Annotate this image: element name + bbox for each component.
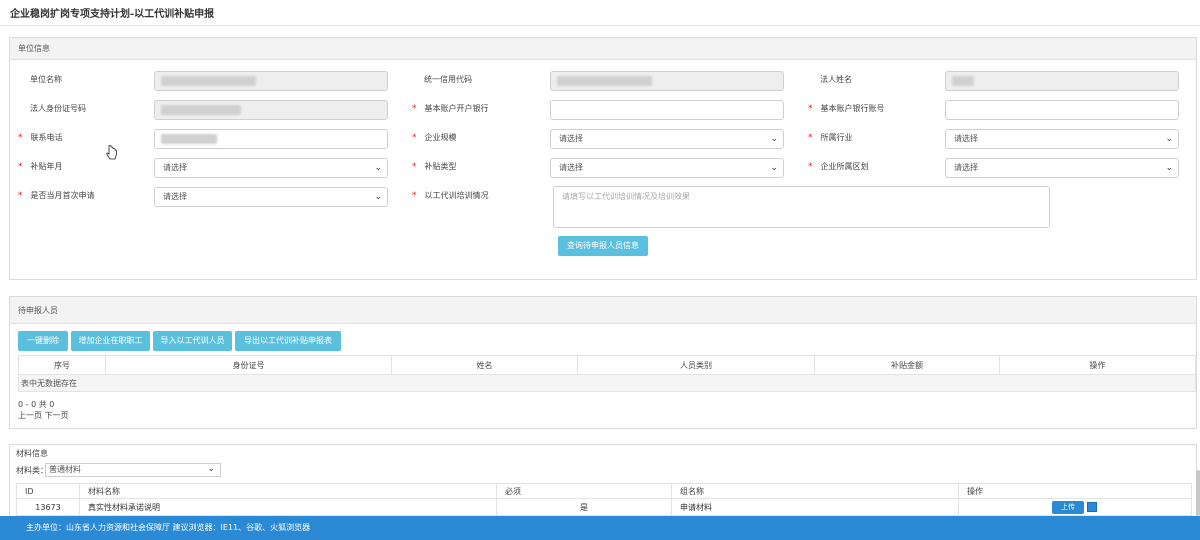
district-select[interactable]: 请选择 ⌄ [945,158,1179,178]
pager[interactable]: 上一页 下一页 [18,410,69,421]
legal-name-field [945,71,1179,91]
materials-panel: 材料信息 材料类： 普通材料 ⌄ ID 材料名称 必须 组名称 操作 13673 … [9,444,1197,516]
column-header: 姓名 [391,355,578,375]
bank-input[interactable] [550,100,784,120]
phone-label: * 联系电话 [18,133,63,143]
empty-message: 表中无数据存在 [18,374,1196,392]
bank-label: * 基本账户开户银行 [412,104,489,114]
account-label: * 基本账户银行账号 [808,104,885,114]
column-header: 材料名称 [79,483,497,499]
table-header-row: ID 材料名称 必须 组名称 操作 [16,483,1192,499]
chevron-down-icon: ⌄ [770,163,778,173]
industry-label: * 所属行业 [808,133,853,143]
footer: 主办单位：山东省人力资源和社会保障厅 建议浏览器：IE11、谷歌、火狐浏览器 [0,516,1200,540]
chevron-down-icon: ⌄ [207,464,215,474]
first-apply-label: * 是否当月首次申请 [18,191,95,201]
hand-cursor-icon [106,145,117,160]
column-header: 操作 [958,483,1192,499]
subsidy-type-label: * 补贴类型 [412,162,457,172]
record-count: 0 - 0 共 0 [18,400,55,409]
table-row: 表中无数据存在 [18,374,1196,392]
required-mark: * [808,162,813,172]
delete-all-button[interactable]: 一键删除 [18,331,68,351]
add-employee-button[interactable]: 增加企业在职职工 [71,331,150,351]
required-mark: * [18,133,23,143]
subsidy-type-select[interactable]: 请选择 ⌄ [550,158,784,178]
scale-select[interactable]: 请选择 ⌄ [550,129,784,149]
scrollbar[interactable] [1196,470,1200,516]
unit-name-label: 单位名称 [30,75,62,84]
required-mark: * [412,191,417,201]
materials-filter-label: 材料类： [16,466,48,475]
chevron-down-icon: ⌄ [1165,134,1173,144]
industry-select[interactable]: 请选择 ⌄ [945,129,1179,149]
required-mark: * [412,104,417,114]
column-header: 身份证号 [105,355,392,375]
upload-button[interactable]: 上传 [1052,501,1084,514]
credit-code-label: 统一信用代码 [424,75,472,84]
material-id: 13673 [16,498,80,516]
unit-name-field [154,71,388,91]
required-mark: * [18,162,23,172]
chevron-down-icon: ⌄ [374,192,382,202]
view-icon[interactable] [1087,502,1097,512]
first-apply-select[interactable]: 请选择 ⌄ [154,187,388,207]
import-trainees-button[interactable]: 导入以工代训人员 [153,331,232,351]
export-form-button[interactable]: 导出以工代训补贴申报表 [235,331,341,351]
column-header: ID [16,483,80,499]
credit-code-field [550,71,784,91]
table-row: 13673 真实性材料承诺说明 是 申请材料 上传 [16,498,1192,516]
materials-title: 材料信息 [16,449,48,458]
materials-filter-select[interactable]: 普通材料 ⌄ [45,463,221,477]
training-label: * 以工代训培训情况 [412,191,489,201]
training-textarea[interactable]: 请填写以工代训培训情况及培训效果 [553,186,1050,228]
unit-info-header: 单位信息 [10,38,1196,60]
materials-table: ID 材料名称 必须 组名称 操作 13673 真实性材料承诺说明 是 申请材料… [16,483,1192,516]
material-group: 申请材料 [671,498,959,516]
page-header: 企业稳岗扩岗专项支持计划-以工代训补贴申报 [0,0,1200,26]
required-mark: * [412,162,417,172]
subsidy-month-select[interactable]: 请选择 ⌄ [154,158,388,178]
column-header: 操作 [999,355,1196,375]
district-label: * 企业所属区划 [808,162,869,172]
legal-id-field [154,100,388,120]
pending-table: 序号 身份证号 姓名 人员类别 补贴金额 操作 表中无数据存在 [18,355,1196,392]
material-required: 是 [496,498,672,516]
column-header: 补贴金额 [814,355,1000,375]
column-header: 人员类别 [577,355,815,375]
unit-info-panel: 单位信息 单位名称 统一信用代码 法人姓名 法人身份证号码 * 基本账户开户银行 … [9,37,1197,280]
legal-name-label: 法人姓名 [820,75,852,84]
chevron-down-icon: ⌄ [374,163,382,173]
column-header: 必须 [496,483,672,499]
pending-panel: 待申报人员 一键删除 增加企业在职职工 导入以工代训人员 导出以工代训补贴申报表… [9,296,1197,429]
phone-input[interactable] [154,129,388,149]
required-mark: * [808,104,813,114]
page-title: 企业稳岗扩岗专项支持计划-以工代训补贴申报 [10,9,215,20]
material-name: 真实性材料承诺说明 [79,498,497,516]
subsidy-month-label: * 补贴年月 [18,162,63,172]
query-pending-button[interactable]: 查询待申报人员信息 [558,236,648,256]
column-header: 组名称 [671,483,959,499]
required-mark: * [18,191,23,201]
material-actions: 上传 [958,498,1192,516]
pending-header: 待申报人员 [10,297,1196,324]
chevron-down-icon: ⌄ [770,134,778,144]
required-mark: * [808,133,813,143]
account-input[interactable] [945,100,1179,120]
required-mark: * [412,133,417,143]
legal-id-label: 法人身份证号码 [30,104,86,113]
table-header-row: 序号 身份证号 姓名 人员类别 补贴金额 操作 [18,355,1196,375]
column-header: 序号 [18,355,106,375]
scale-label: * 企业规模 [412,133,457,143]
chevron-down-icon: ⌄ [1165,163,1173,173]
